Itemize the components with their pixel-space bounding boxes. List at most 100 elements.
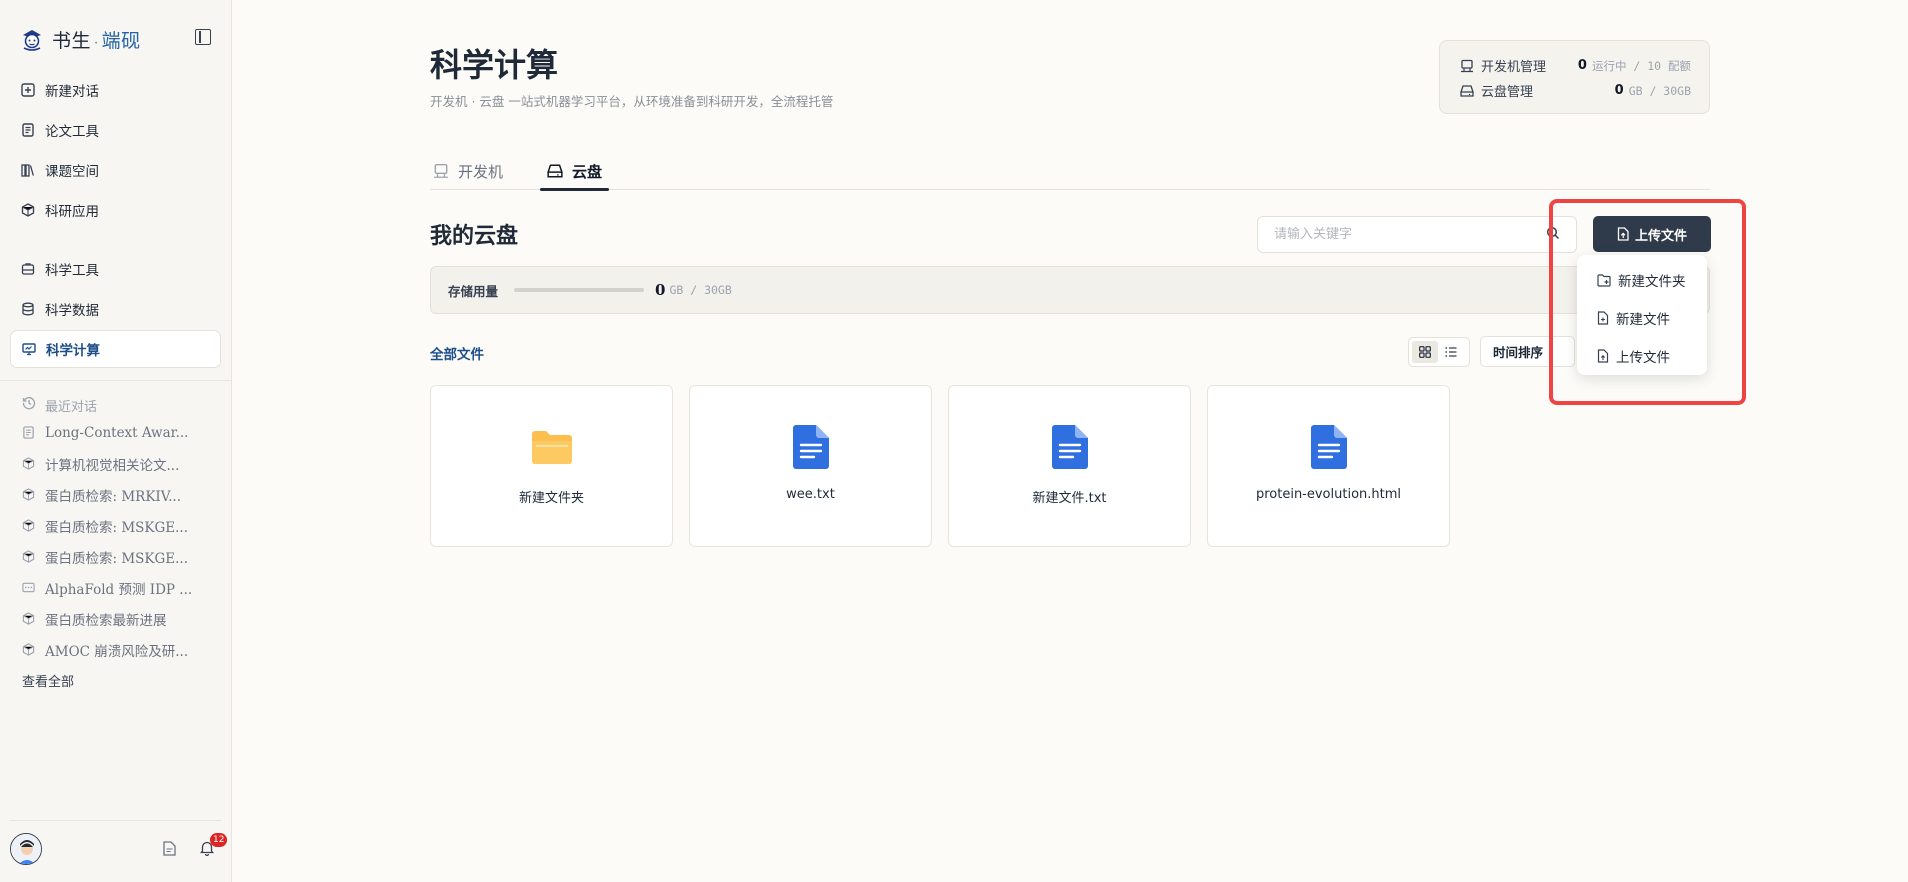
file-card-txt[interactable]: wee.txt xyxy=(689,385,932,547)
recent-chat-label: 计算机视觉相关论文... xyxy=(45,457,180,474)
chat-icon xyxy=(22,581,36,595)
search-box xyxy=(1257,216,1577,253)
books-icon xyxy=(20,162,36,178)
menu-item-upload-file[interactable]: 上传文件 xyxy=(1577,337,1707,375)
hard-drive-icon xyxy=(547,163,563,179)
quota-card: 开发机管理 0 运行中 / 10 配额 云盘管理 0 GB / 30GB xyxy=(1439,40,1710,114)
recent-chat-item[interactable]: 计算机视觉相关论文... xyxy=(10,448,221,479)
sort-select[interactable]: 时间排序 xyxy=(1480,336,1575,367)
view-all-link[interactable]: 查看全部 xyxy=(10,665,221,695)
tab-label: 开发机 xyxy=(458,162,504,181)
sidebar-toggle-icon[interactable] xyxy=(195,29,211,45)
database-icon xyxy=(20,301,36,317)
text-file-icon xyxy=(1051,425,1088,469)
file-name: wee.txt xyxy=(786,487,835,502)
file-card-folder[interactable]: 新建文件夹 xyxy=(430,385,673,547)
recent-chat-item[interactable]: Long-Context Awar... xyxy=(10,417,221,448)
recent-chat-label: AMOC 崩溃风险及研... xyxy=(45,643,189,660)
tab-bar: 开发机 云盘 xyxy=(430,140,1710,191)
notification-badge: 12 xyxy=(210,833,228,847)
recent-chat-item[interactable]: 蛋白质检索: MRKIV... xyxy=(10,479,221,510)
nav-paper-tools[interactable]: 论文工具 xyxy=(10,111,221,149)
document-icon xyxy=(20,122,36,138)
recent-chat-item[interactable]: 蛋白质检索: MSKGE... xyxy=(10,510,221,541)
quota-value: 0 xyxy=(1614,83,1624,98)
upload-button-label: 上传文件 xyxy=(1634,228,1687,244)
sort-label: 时间排序 xyxy=(1493,345,1544,360)
recent-title: 最近对话 xyxy=(45,399,98,415)
file-name: 新建文件.txt xyxy=(1032,491,1107,506)
upload-file-button[interactable]: 上传文件 xyxy=(1593,216,1711,252)
tab-cloud-disk[interactable]: 云盘 xyxy=(539,152,610,191)
nav-label: 论文工具 xyxy=(45,124,99,140)
monitor-icon xyxy=(21,341,37,357)
cube-icon xyxy=(20,202,36,218)
history-icon xyxy=(22,396,36,414)
file-card-txt[interactable]: 新建文件.txt xyxy=(948,385,1191,547)
view-toggle xyxy=(1408,337,1470,367)
list-view-icon[interactable] xyxy=(1438,341,1464,363)
nav-label: 课题空间 xyxy=(45,164,99,180)
storage-used-value: 0 xyxy=(655,281,666,299)
recent-chat-label: Long-Context Awar... xyxy=(45,424,189,441)
nav-research-apps[interactable]: 科研应用 xyxy=(10,191,221,229)
nav-label: 科学数据 xyxy=(45,303,99,319)
dev-machine-quota[interactable]: 开发机管理 0 运行中 / 10 配额 xyxy=(1460,53,1691,78)
nav-label: 科学工具 xyxy=(45,263,99,279)
scholar-logo-icon xyxy=(18,25,46,53)
recent-chat-label: 蛋白质检索: MSKGE... xyxy=(45,550,189,567)
folder-plus-icon xyxy=(1597,273,1611,287)
recent-chat-item[interactable]: AlphaFold 预测 IDP ... xyxy=(10,572,221,603)
nav-label: 新建对话 xyxy=(45,84,99,100)
file-plus-icon xyxy=(1597,311,1609,325)
recent-chat-item[interactable]: 蛋白质检索: MSKGE... xyxy=(10,541,221,572)
quota-unit: GB / 30GB xyxy=(1628,83,1691,98)
file-upload-icon xyxy=(1597,349,1609,363)
storage-unit: GB / 30GB xyxy=(669,283,732,297)
avatar[interactable] xyxy=(10,833,42,865)
folder-icon xyxy=(530,426,574,468)
search-icon[interactable] xyxy=(1546,225,1560,244)
all-files-breadcrumb[interactable]: 全部文件 xyxy=(430,343,484,363)
document-icon xyxy=(22,425,36,440)
cube-icon xyxy=(22,642,36,657)
menu-item-label: 上传文件 xyxy=(1616,350,1670,366)
file-card-html[interactable]: protein-evolution.html xyxy=(1207,385,1450,547)
dev-machine-icon xyxy=(433,163,449,179)
main-content: 科学计算 开发机 · 云盘 一站式机器学习平台，从环境准备到科研开发，全流程托管… xyxy=(232,0,1908,882)
nav-label: 科研应用 xyxy=(45,204,99,220)
tab-dev-machine[interactable]: 开发机 xyxy=(433,152,503,190)
sidebar-footer: 12 xyxy=(10,820,228,882)
recent-chat-label: 蛋白质检索: MRKIV... xyxy=(45,488,182,505)
document-icon[interactable] xyxy=(163,841,176,860)
recent-chat-item[interactable]: AMOC 崩溃风险及研... xyxy=(10,634,221,665)
quota-label: 云盘管理 xyxy=(1481,85,1534,100)
nav-topic-space[interactable]: 课题空间 xyxy=(10,151,221,189)
nav-science-tools[interactable]: 科学工具 xyxy=(10,250,221,288)
quota-value: 0 xyxy=(1577,58,1587,73)
dev-machine-icon xyxy=(1460,59,1474,73)
recent-chats: 最近对话 Long-Context Awar... 计算机视觉相关论文... 蛋… xyxy=(0,380,231,695)
file-name: 新建文件夹 xyxy=(518,491,584,506)
storage-usage: 存储用量 0 GB / 30GB xyxy=(430,266,1710,314)
cube-icon xyxy=(22,456,36,471)
file-upload-icon xyxy=(1617,227,1630,241)
toolbox-icon xyxy=(20,261,36,277)
search-input[interactable] xyxy=(1274,227,1546,242)
menu-item-label: 新建文件 xyxy=(1616,312,1670,328)
section-title: 我的云盘 xyxy=(430,223,519,249)
nav-science-compute[interactable]: 科学计算 xyxy=(10,330,221,368)
nav-science-data[interactable]: 科学数据 xyxy=(10,290,221,328)
recent-chat-item[interactable]: 蛋白质检索最新进展 xyxy=(10,603,221,634)
recent-chat-label: 蛋白质检索最新进展 xyxy=(45,612,167,629)
nav-label: 科学计算 xyxy=(46,343,100,359)
grid-view-icon[interactable] xyxy=(1412,341,1438,363)
menu-item-new-folder[interactable]: 新建文件夹 xyxy=(1577,261,1707,299)
menu-item-label: 新建文件夹 xyxy=(1618,274,1686,290)
cloud-disk-quota[interactable]: 云盘管理 0 GB / 30GB xyxy=(1460,78,1691,103)
plus-square-icon xyxy=(20,82,36,98)
menu-item-new-file[interactable]: 新建文件 xyxy=(1577,299,1707,337)
storage-label: 存储用量 xyxy=(448,283,499,299)
nav-new-chat[interactable]: 新建对话 xyxy=(10,71,221,109)
cube-icon xyxy=(22,518,36,533)
